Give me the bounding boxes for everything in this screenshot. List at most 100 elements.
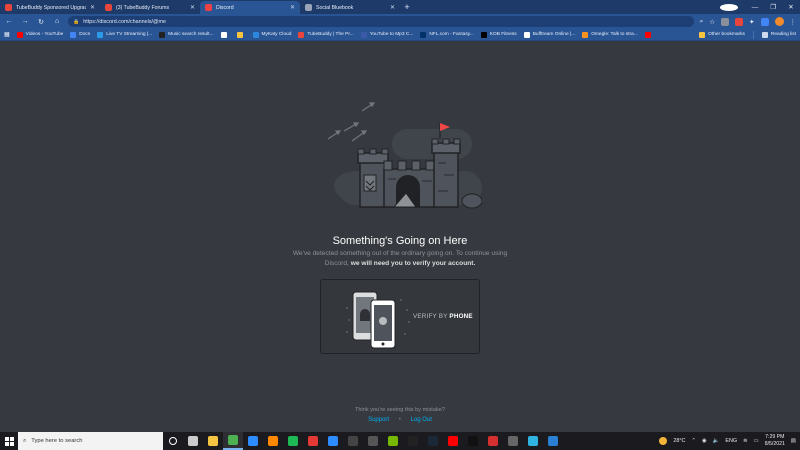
bookmark-item[interactable]: NFL.com - Fantasy... bbox=[420, 31, 474, 38]
tray-chevron-icon[interactable]: ⌃ bbox=[691, 438, 696, 444]
logout-link[interactable]: Log Out bbox=[411, 417, 432, 423]
bookmark-item[interactable]: MyKaty Cloud bbox=[252, 31, 291, 38]
profile-icon[interactable] bbox=[720, 3, 738, 11]
bookmark-label: NFL.com - Fantasy... bbox=[429, 32, 474, 37]
bookmark-favicon-icon bbox=[252, 31, 259, 38]
app-dark-taskbar-icon[interactable] bbox=[363, 432, 383, 450]
tab-close-icon[interactable]: ✕ bbox=[390, 4, 395, 11]
photos-taskbar-icon[interactable] bbox=[543, 432, 563, 450]
menu-icon[interactable]: ⋮ bbox=[790, 18, 797, 26]
bookmark-item[interactable]: TubeBuddy | The Pr... bbox=[298, 31, 354, 38]
bookmark-divider bbox=[752, 30, 754, 39]
notifications-icon[interactable]: ▤ bbox=[791, 438, 796, 444]
address-bar[interactable]: 🔒 https://discord.com/channels/@me bbox=[68, 16, 694, 27]
browser-tab[interactable]: (3) TubeBuddy Forums ✕ bbox=[100, 1, 200, 14]
cortana-taskbar-icon[interactable] bbox=[163, 432, 183, 450]
bookmarks-right: Other bookmarks Reading list bbox=[699, 30, 796, 39]
tiktok-taskbar-icon[interactable] bbox=[463, 432, 483, 450]
file-explorer-taskbar-icon[interactable] bbox=[203, 432, 223, 450]
bookmark-item[interactable]: KOB Fitness bbox=[480, 31, 517, 38]
task-view-taskbar-icon[interactable] bbox=[183, 432, 203, 450]
extension-icon-2[interactable] bbox=[760, 17, 769, 26]
network-icon[interactable]: ◉ bbox=[702, 438, 707, 444]
reading-list[interactable]: Reading list bbox=[761, 31, 796, 39]
restore-icon[interactable]: ❐ bbox=[764, 3, 782, 11]
folder-icon bbox=[699, 31, 706, 38]
spotify-taskbar-icon[interactable] bbox=[283, 432, 303, 450]
apps-icon[interactable]: ▦ bbox=[4, 31, 10, 38]
close-window-icon[interactable]: ✕ bbox=[782, 3, 800, 11]
edge-taskbar-icon[interactable] bbox=[523, 432, 543, 450]
bookmark-item[interactable]: Bufftream Online |... bbox=[523, 31, 576, 38]
weather-icon[interactable] bbox=[659, 437, 668, 445]
media-taskbar-icon[interactable] bbox=[343, 432, 363, 450]
tab-close-icon[interactable]: ✕ bbox=[290, 4, 295, 11]
tab-favicon-icon bbox=[305, 4, 312, 11]
tab-close-icon[interactable]: ✕ bbox=[190, 4, 195, 11]
app-text-taskbar-icon[interactable] bbox=[403, 432, 423, 450]
bookmark-list: Videos - YouTube Docs Live TV Streaming |.… bbox=[16, 31, 654, 38]
tab-close-icon[interactable]: ✕ bbox=[90, 4, 95, 11]
bookmark-item[interactable]: Omegle: Talk to stra... bbox=[582, 31, 638, 38]
minimize-icon[interactable]: — bbox=[746, 4, 764, 11]
volume-icon[interactable]: 🔈 bbox=[713, 438, 720, 444]
other-bookmarks[interactable]: Other bookmarks bbox=[699, 31, 745, 39]
language-indicator[interactable]: ENG bbox=[725, 438, 737, 444]
bookmark-item[interactable]: YouTube to Mp3 C... bbox=[360, 31, 413, 38]
battery-icon[interactable]: ▭ bbox=[754, 438, 759, 444]
youtube-taskbar-icon[interactable] bbox=[443, 432, 463, 450]
bookmark-favicon-icon bbox=[97, 31, 104, 38]
app-red-taskbar-icon[interactable] bbox=[483, 432, 503, 450]
zoom-icon[interactable]: ⌕ bbox=[700, 18, 704, 26]
browser-tab[interactable]: Discord ✕ bbox=[200, 1, 300, 14]
bookmark-favicon-icon bbox=[159, 31, 166, 38]
support-link[interactable]: Support bbox=[368, 417, 389, 423]
bookmark-label: Bufftream Online |... bbox=[532, 32, 576, 37]
verify-by-phone-button[interactable]: VERIFY BY PHONE bbox=[320, 279, 480, 354]
clock-date: 8/5/2021 bbox=[764, 441, 785, 447]
app-gray-icon bbox=[508, 436, 518, 446]
new-tab-button[interactable]: + bbox=[400, 1, 414, 14]
bookmark-item[interactable] bbox=[220, 31, 230, 38]
bookmark-item[interactable]: Videos - YouTube bbox=[16, 31, 63, 38]
start-button[interactable] bbox=[0, 432, 18, 450]
tubebuddy-extension-icon[interactable] bbox=[735, 17, 744, 26]
app-gray-taskbar-icon[interactable] bbox=[503, 432, 523, 450]
reload-icon[interactable]: ↻ bbox=[36, 18, 46, 26]
vlc-taskbar-icon[interactable] bbox=[263, 432, 283, 450]
tab-favicon-icon bbox=[5, 4, 12, 11]
browser-tab[interactable]: TubeBuddy Sponsored Upgrades ✕ bbox=[0, 1, 100, 14]
back-icon[interactable]: ← bbox=[4, 18, 14, 25]
steam-taskbar-icon[interactable] bbox=[423, 432, 443, 450]
cortana-icon bbox=[169, 437, 177, 445]
nvidia-taskbar-icon[interactable] bbox=[383, 432, 403, 450]
bookmark-star-icon[interactable]: ☆ bbox=[709, 18, 715, 26]
bookmark-favicon-icon bbox=[236, 31, 243, 38]
bookmark-item[interactable]: Music search result... bbox=[159, 31, 214, 38]
bookmark-item[interactable] bbox=[236, 31, 246, 38]
bookmarks-bar: ▦ Videos - YouTube Docs Live TV Streaming … bbox=[0, 29, 800, 41]
tab-list: TubeBuddy Sponsored Upgrades ✕ (3) TubeBud… bbox=[0, 0, 400, 14]
youtube-icon bbox=[448, 436, 458, 446]
home-icon[interactable]: ⌂ bbox=[52, 18, 62, 25]
chrome-taskbar-icon[interactable] bbox=[223, 432, 243, 450]
mistake-question: Think you're seeing this by mistake? bbox=[355, 407, 445, 413]
temperature[interactable]: 28°C bbox=[673, 438, 685, 444]
bookmark-item[interactable]: Live TV Streaming |... bbox=[97, 31, 152, 38]
clock[interactable]: 7:29 PM 8/5/2021 bbox=[765, 434, 785, 448]
description-emphasis: we will need you to verify your account. bbox=[350, 260, 476, 267]
bookmark-item[interactable] bbox=[644, 31, 654, 38]
zoom-taskbar-icon[interactable] bbox=[243, 432, 263, 450]
taskbar-search[interactable]: ⌕ Type here to search bbox=[18, 432, 163, 450]
account-avatar[interactable] bbox=[774, 17, 784, 26]
zoom-2-taskbar-icon[interactable] bbox=[323, 432, 343, 450]
extension-icon[interactable] bbox=[721, 17, 730, 26]
extensions-puzzle-icon[interactable]: ✦ bbox=[749, 18, 754, 26]
record-taskbar-icon[interactable] bbox=[303, 432, 323, 450]
browser-tab[interactable]: Social Bluebook ✕ bbox=[300, 1, 400, 14]
file-explorer-icon bbox=[208, 436, 218, 446]
bookmark-item[interactable]: Docs bbox=[70, 31, 90, 38]
lock-icon[interactable]: 🔒 bbox=[73, 19, 79, 25]
wifi-icon[interactable]: ≋ bbox=[743, 438, 748, 444]
forward-icon[interactable]: → bbox=[20, 18, 30, 25]
